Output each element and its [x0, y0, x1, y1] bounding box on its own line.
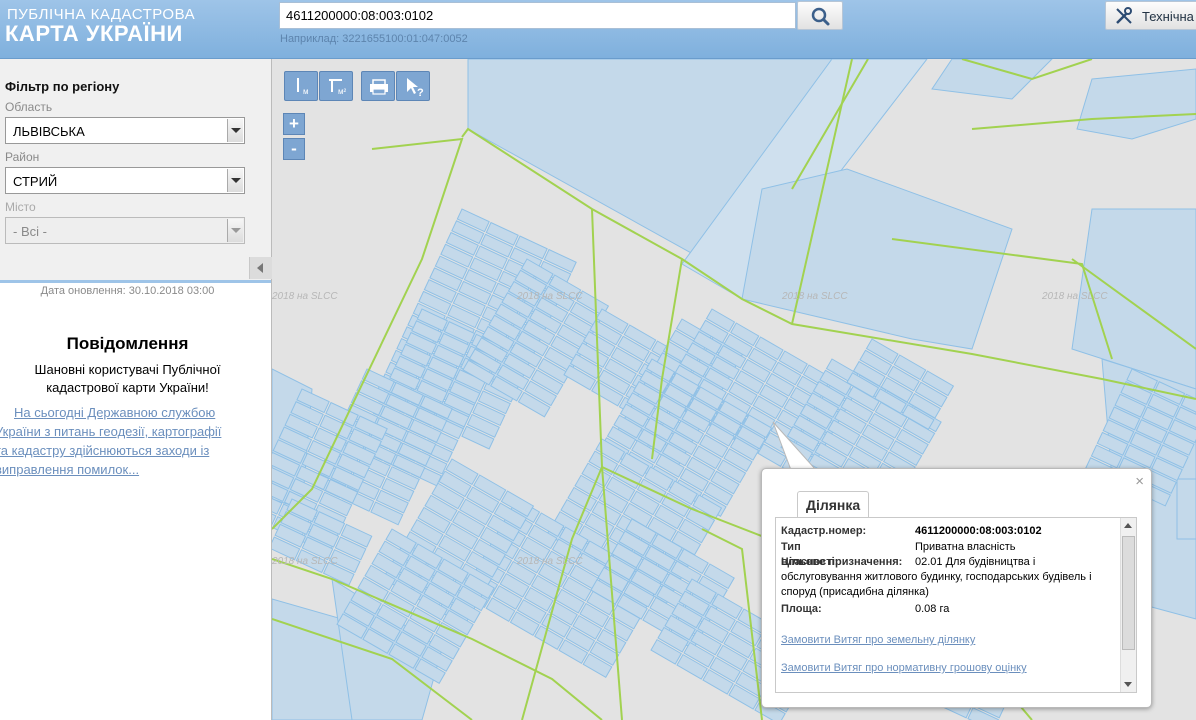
notice-link-line: України з питань геодезії, картографії [0, 424, 222, 439]
misto-label: Місто [5, 200, 36, 214]
close-icon[interactable]: × [1135, 473, 1144, 490]
info-value: 02.01 Для будівництва і [915, 556, 1036, 568]
measure-distance-button[interactable]: м [284, 71, 318, 101]
order-valuation-extract-link[interactable]: Замовити Витяг про нормативну грошову оц… [781, 662, 1027, 674]
notice-greeting: Шановні користувачі Публічної кадастрово… [0, 361, 255, 397]
notice-link-line: На сьогодні Державною службою [14, 405, 216, 420]
notice-link-line: та кадастру здійснюються заходи із [0, 443, 210, 458]
region-filter-panel: Фільтр по регіону Область ЛЬВІВСЬКА Райо… [0, 59, 272, 283]
chevron-down-icon [227, 169, 243, 192]
info-value: 0.08 га [915, 603, 950, 615]
misto-select[interactable]: - Всі - [5, 217, 245, 244]
chevron-down-icon [227, 219, 243, 242]
info-value-cont: споруд (присадибна ділянка) [781, 586, 929, 598]
notice-link-line: виправлення помилок... [0, 462, 140, 477]
order-parcel-extract-link[interactable]: Замовити Витяг про земельну ділянку [781, 634, 975, 646]
raion-value: СТРИЙ [13, 174, 58, 189]
parcel-info-popup: × Ділянка Кадастр.номер: 4611200000:08:0… [761, 468, 1152, 708]
parcel-info-body: Кадастр.номер: 4611200000:08:003:0102 Ти… [775, 517, 1137, 693]
tech-tools-label: Технічна [1142, 9, 1194, 24]
raion-select[interactable]: СТРИЙ [5, 167, 245, 194]
oblast-value: ЛЬВІВСЬКА [13, 124, 85, 139]
tech-tools-button[interactable]: Технічна [1105, 1, 1196, 30]
notice-greeting-line1: Шановні користувачі Публічної [34, 362, 221, 377]
info-value: 4611200000:08:003:0102 [915, 525, 1042, 537]
area-icon: м² [329, 79, 347, 96]
info-key: Площа: [781, 603, 822, 615]
oblast-select[interactable]: ЛЬВІВСЬКА [5, 117, 245, 144]
update-date: Дата оновлення: 30.10.2018 03:00 [40, 285, 215, 297]
map-watermark: 2018 на SLCC [516, 556, 583, 567]
scroll-up-icon[interactable] [1124, 523, 1132, 528]
search-button[interactable] [797, 1, 843, 30]
raion-label: Район [5, 150, 40, 164]
map-watermark: 2018 на SLCC [781, 291, 848, 302]
ruler-unit-label: м [303, 87, 309, 96]
popup-scrollbar[interactable] [1120, 518, 1136, 692]
scroll-down-icon[interactable] [1124, 682, 1132, 687]
sidebar: Фільтр по регіону Область ЛЬВІВСЬКА Райо… [0, 59, 272, 720]
map-watermark: 2018 на SLCC [272, 556, 338, 567]
identify-button[interactable]: ? [396, 71, 430, 101]
ruler-icon: м [297, 78, 309, 96]
zoom-out-button[interactable]: - [283, 138, 305, 160]
notice-greeting-line2: кадастрової карти України! [46, 380, 209, 395]
info-key: Кадастр.номер: [781, 525, 867, 537]
misto-value: - Всі - [13, 224, 47, 239]
cadastral-search-input[interactable]: 4611200000:08:003:0102 [279, 2, 796, 29]
info-key: Цільове призначення: [781, 556, 903, 568]
map-watermark: 2018 на SLCC [516, 291, 583, 302]
tab-parcel[interactable]: Ділянка [797, 491, 870, 518]
scroll-thumb[interactable] [1122, 536, 1135, 650]
info-value-cont: обслуговування житлового будинку, господ… [781, 571, 1092, 583]
info-value: Приватна власність [915, 541, 1016, 553]
chevron-down-icon [227, 119, 243, 142]
popup-pointer [772, 421, 818, 471]
svg-text:?: ? [417, 87, 424, 99]
collapse-sidebar-button[interactable] [249, 257, 272, 279]
cursor-question-icon: ? [407, 78, 424, 99]
logo-line2: КАРТА УКРАЇНИ [5, 21, 183, 46]
printer-icon [370, 79, 388, 95]
map-watermark: 2018 на SLCC [1041, 291, 1108, 302]
area-unit-label: м² [338, 87, 347, 96]
header: ПУБЛІЧНА КАДАСТРОВА КАРТА УКРАЇНИ 461120… [0, 0, 1196, 59]
search-example-hint: Наприклад: 3221655100:01:047:0052 [280, 33, 468, 45]
notice-title: Повідомлення [66, 334, 189, 353]
oblast-label: Область [5, 100, 53, 114]
info-row-purpose: Цільове призначення: 02.01 Для будівницт… [781, 555, 1121, 602]
filter-title: Фільтр по регіону [5, 79, 120, 94]
map-watermark: 2018 на SLCC [272, 291, 338, 302]
notice-link[interactable]: На сьогодні Державною службою України з … [0, 403, 263, 479]
tools-icon [1116, 7, 1132, 24]
measure-area-button[interactable]: м² [319, 71, 353, 101]
print-button[interactable] [361, 71, 395, 101]
search-icon [811, 7, 830, 26]
zoom-in-button[interactable]: + [283, 113, 305, 135]
